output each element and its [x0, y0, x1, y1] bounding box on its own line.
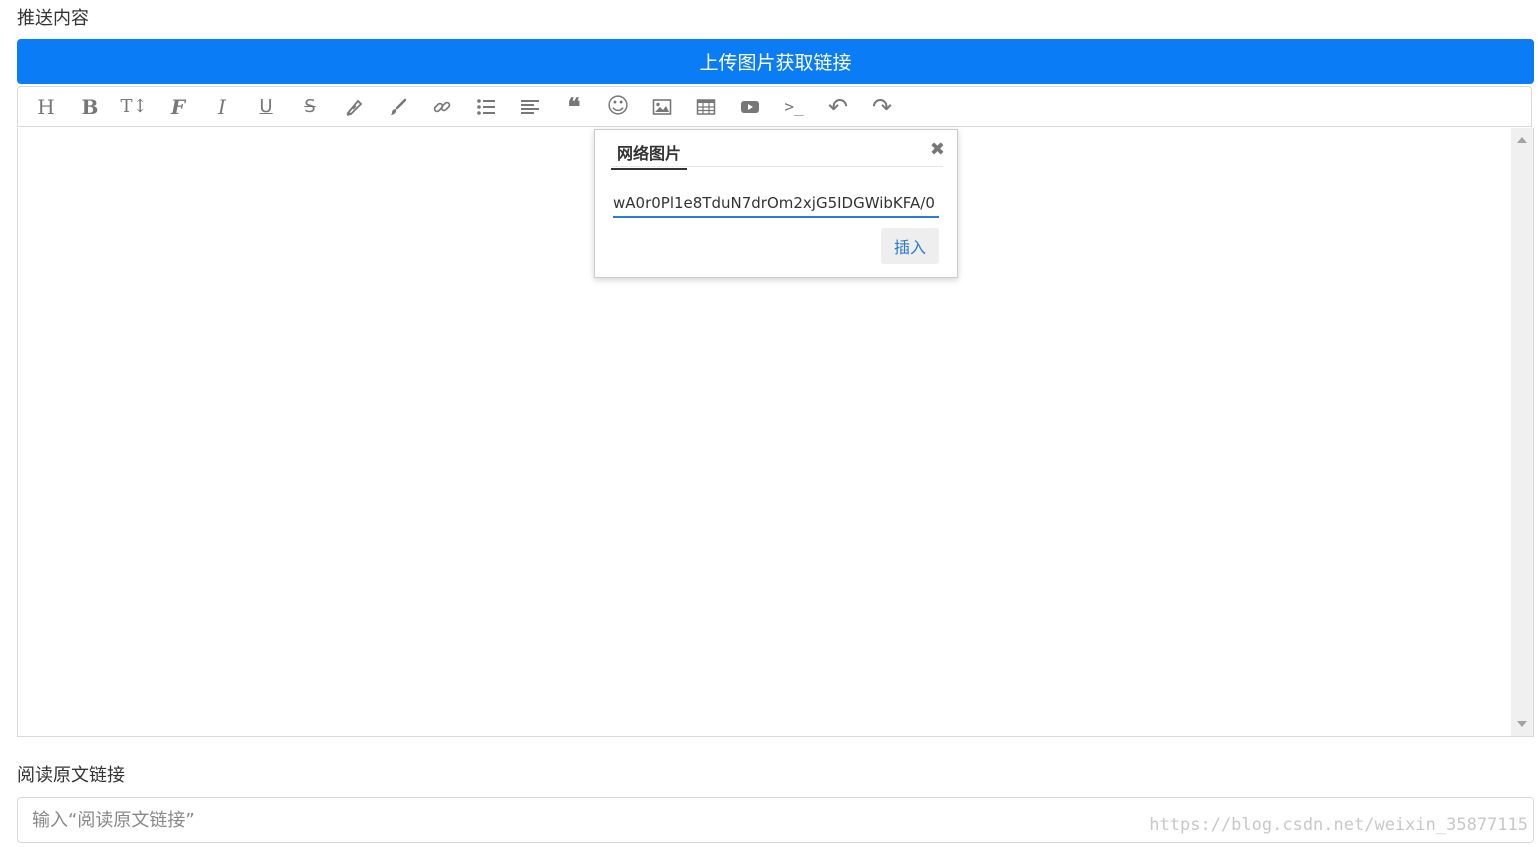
undo-icon[interactable]: ↶ [816, 87, 860, 127]
italic-icon[interactable]: I [200, 87, 244, 127]
upload-image-button[interactable]: 上传图片获取链接 [17, 39, 1534, 84]
highlighter-icon[interactable] [332, 87, 376, 127]
popover-divider [611, 166, 943, 167]
redo-icon[interactable]: ↷ [860, 87, 904, 127]
table-icon[interactable] [684, 87, 728, 127]
video-icon[interactable] [728, 87, 772, 127]
code-icon[interactable]: >_ [772, 87, 816, 127]
image-url-input[interactable] [613, 190, 939, 218]
bold-icon[interactable]: B [68, 87, 112, 127]
network-image-popover: 网络图片 ✖ 插入 [594, 129, 958, 278]
underline-icon[interactable]: U [244, 87, 288, 127]
text-size-icon[interactable]: T↕ [112, 87, 156, 127]
heading-icon[interactable]: H [24, 87, 68, 127]
content-section-label: 推送内容 [17, 8, 89, 29]
image-icon[interactable] [640, 87, 684, 127]
editor-toolbar: H B T↕ F I U S ❝ ☺ >_ ↶ ↷ [17, 86, 1532, 127]
align-icon[interactable] [508, 87, 552, 127]
emoji-icon[interactable]: ☺ [596, 87, 640, 127]
link-icon[interactable] [420, 87, 464, 127]
editor-scrollbar[interactable] [1511, 128, 1533, 736]
watermark: https://blog.csdn.net/weixin_35877115 [1149, 815, 1528, 835]
strikethrough-icon[interactable]: S [288, 87, 332, 127]
quote-icon[interactable]: ❝ [552, 87, 596, 127]
scroll-up-icon[interactable] [1517, 137, 1527, 143]
close-icon[interactable]: ✖ [930, 139, 945, 160]
read-original-link-label: 阅读原文链接 [17, 765, 125, 786]
scroll-down-icon[interactable] [1517, 721, 1527, 727]
brush-icon[interactable] [376, 87, 420, 127]
font-icon[interactable]: F [156, 87, 200, 127]
insert-button[interactable]: 插入 [881, 228, 939, 264]
list-icon[interactable] [464, 87, 508, 127]
